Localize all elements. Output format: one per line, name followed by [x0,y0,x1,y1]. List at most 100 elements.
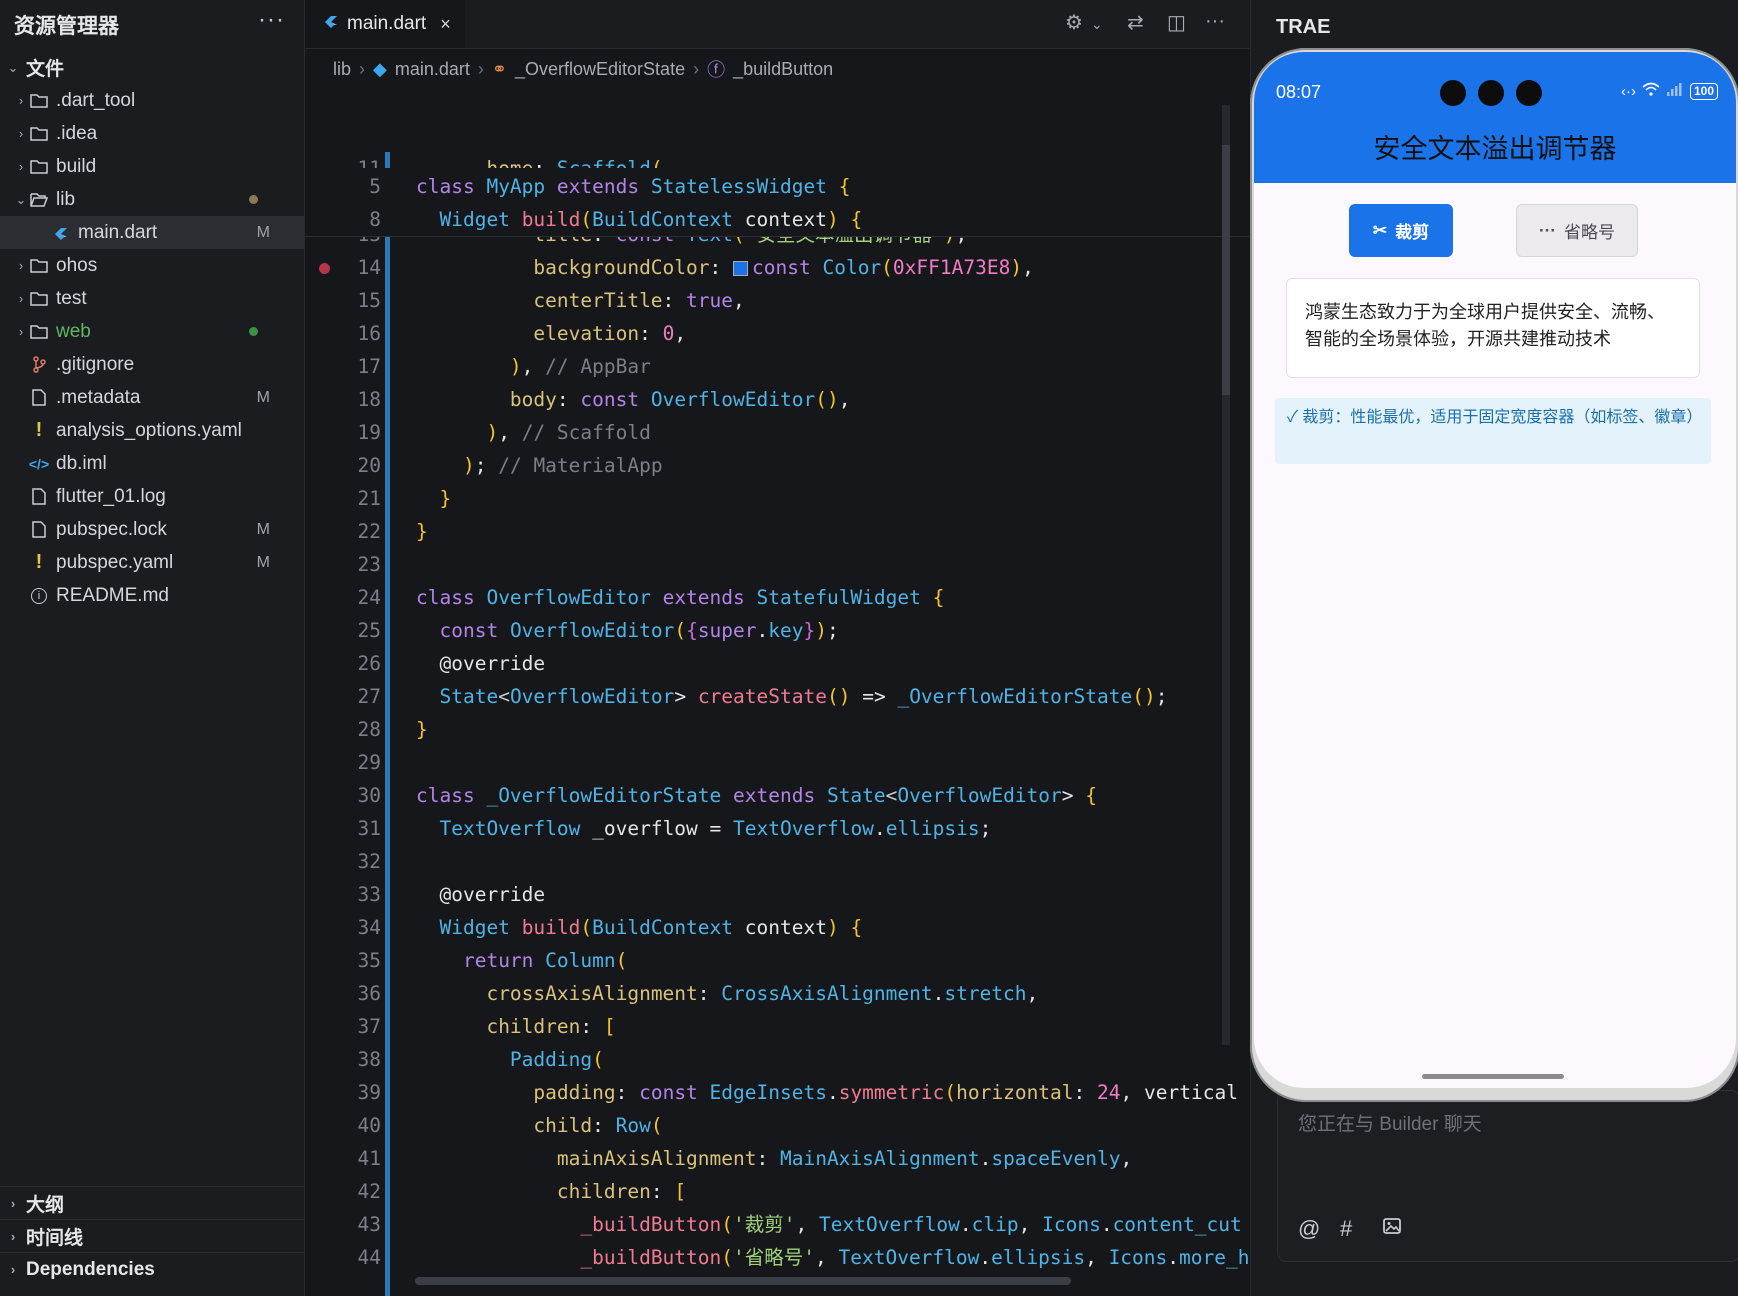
code-line[interactable]: 27 State<OverflowEditor> createState() =… [305,680,1249,713]
tree-item[interactable]: main.dart M [0,216,304,249]
line-number: 25 [357,619,381,642]
clip-button[interactable]: ✂ 裁剪 [1349,204,1453,257]
code-line[interactable]: 33 @override [305,878,1249,911]
section-outline[interactable]: › 大纲 [0,1186,304,1220]
line-number: 27 [357,685,381,708]
code-line[interactable]: 29 [305,746,1249,779]
tree-item-label: pubspec.lock [56,518,167,540]
code-line[interactable]: 35 return Column( [305,944,1249,977]
camera-icon [1478,80,1504,106]
tree-item[interactable]: › test [0,282,304,315]
run-icon[interactable]: ⚙ [1065,10,1083,35]
code-line[interactable]: 40 child: Row( [305,1109,1249,1142]
tab-main-dart[interactable]: main.dart × [305,0,465,48]
line-number: 33 [357,883,381,906]
line-code: ), // AppBar [509,355,651,378]
code-line[interactable]: 24 class OverflowEditor extends StatefulW… [305,581,1249,614]
line-number: 37 [357,1015,381,1038]
tree-item[interactable]: › .idea [0,117,304,150]
code-line[interactable]: 36 crossAxisAlignment: CrossAxisAlignmen… [305,977,1249,1010]
image-icon[interactable] [1382,1216,1402,1242]
line-number: 17 [357,355,381,378]
code-line[interactable]: 34 Widget build(BuildContext context) { [305,911,1249,944]
dart-icon: ◆ [373,58,387,79]
section-timeline[interactable]: › 时间线 [0,1219,304,1253]
chat-input[interactable]: 您正在与 Builder 聊天 @ # [1277,1090,1738,1262]
chevron-down-icon[interactable]: ⌄ [1091,16,1103,33]
tree-item[interactable]: ! analysis_options.yaml [0,414,304,447]
file-icon [28,389,50,406]
tree-item[interactable]: flutter_01.log [0,480,304,513]
code-line[interactable]: 14 backgroundColor: const Color(0xFF1A73… [305,251,1249,284]
code-line[interactable]: 22} [305,515,1249,548]
code-line[interactable]: 32 [305,845,1249,878]
tree-item[interactable]: › build [0,150,304,183]
code-line[interactable]: 15 centerTitle: true, [305,284,1249,317]
breadcrumb-lib[interactable]: lib [333,59,351,80]
line-code: @override [439,652,546,675]
tree-item[interactable]: ⌄ lib [0,183,304,216]
code-line[interactable]: 20 ); // MaterialApp [305,449,1249,482]
breadcrumb-file[interactable]: main.dart [395,59,470,80]
code-line[interactable]: 30 class _OverflowEditorState extends Sta… [305,779,1249,812]
hash-icon[interactable]: # [1340,1216,1352,1242]
code-area[interactable]: 11 home: Scaffold(12 appBar: AppBar(13 t… [305,84,1249,1296]
code-line[interactable]: 26 @override [305,647,1249,680]
compare-icon[interactable]: ⇄ [1127,10,1144,35]
mention-icon[interactable]: @ [1298,1216,1320,1242]
section-dependencies[interactable]: › Dependencies [0,1252,304,1286]
code-line[interactable]: 31 TextOverflow _overflow = TextOverflow… [305,812,1249,845]
code-line[interactable]: 5 class MyApp extends StatelessWidget { [305,170,1249,203]
more-icon[interactable]: ··· [258,6,285,34]
code-line[interactable]: 16 elevation: 0, [305,317,1249,350]
explorer-title: 资源管理器 [14,15,119,38]
close-icon[interactable]: × [440,14,451,35]
code-line[interactable]: 25 const OverflowEditor({super.key}); [305,614,1249,647]
tree-item[interactable]: </> db.iml [0,447,304,480]
code-line[interactable]: 39 padding: const EdgeInsets.symmetric(h… [305,1076,1249,1109]
line-code: child: Row( [533,1114,663,1137]
breakpoint-icon[interactable] [319,263,330,274]
chevron-right-icon: › [18,93,24,108]
tree-item-label: README.md [56,584,169,606]
code-line[interactable]: 38 Padding( [305,1043,1249,1076]
tree-item[interactable]: › .dart_tool [0,84,304,117]
code-line[interactable]: 21 } [305,482,1249,515]
code-line[interactable]: 23 [305,548,1249,581]
breadcrumb-class[interactable]: _OverflowEditorState [515,59,685,80]
code-line[interactable]: 44 _buildButton('省略号', TextOverflow.elli… [305,1241,1249,1274]
code-line[interactable]: 19 ), // Scaffold [305,416,1249,449]
tree-item[interactable]: .gitignore [0,348,304,381]
code-line[interactable]: 41 mainAxisAlignment: MainAxisAlignment.… [305,1142,1249,1175]
horizontal-scrollbar[interactable] [415,1277,1071,1285]
code-line[interactable]: 37 children: [ [305,1010,1249,1043]
folder-icon [28,291,50,306]
code-line[interactable]: 8 Widget build(BuildContext context) { [305,203,1249,236]
yaml-icon: ! [35,419,43,441]
tree-item[interactable]: pubspec.lock M [0,513,304,546]
code-line[interactable]: 17 ), // AppBar [305,350,1249,383]
tree-item[interactable]: › ohos [0,249,304,282]
info-icon: i [28,587,50,604]
clip-button-label: 裁剪 [1395,223,1430,242]
status-dot [249,195,258,204]
split-editor-icon[interactable]: ◫ [1167,10,1186,35]
tree-item[interactable]: .metadata M [0,381,304,414]
code-line[interactable]: 18 body: const OverflowEditor(), [305,383,1249,416]
chat-placeholder: 您正在与 Builder 聊天 [1298,1114,1482,1135]
home-indicator[interactable] [1422,1074,1564,1079]
section-files[interactable]: ⌄ 文件 [0,51,304,84]
tree-item[interactable]: i README.md [0,579,304,612]
code-line[interactable]: 43 _buildButton('裁剪', TextOverflow.clip,… [305,1208,1249,1241]
tree-item[interactable]: ! pubspec.yaml M [0,546,304,579]
scrollbar-thumb[interactable] [1222,145,1230,395]
ellipsis-button[interactable]: ··· 省略号 [1516,204,1638,257]
line-code: _buildButton('省略号', TextOverflow.ellipsi… [580,1246,1249,1269]
breadcrumb-method[interactable]: _buildButton [733,59,833,80]
line-number: 34 [357,916,381,939]
tree-item[interactable]: › web [0,315,304,348]
code-line[interactable]: 28} [305,713,1249,746]
wifi-icon [1642,82,1660,100]
code-line[interactable]: 42 children: [ [305,1175,1249,1208]
more-icon[interactable]: ··· [1205,10,1225,33]
